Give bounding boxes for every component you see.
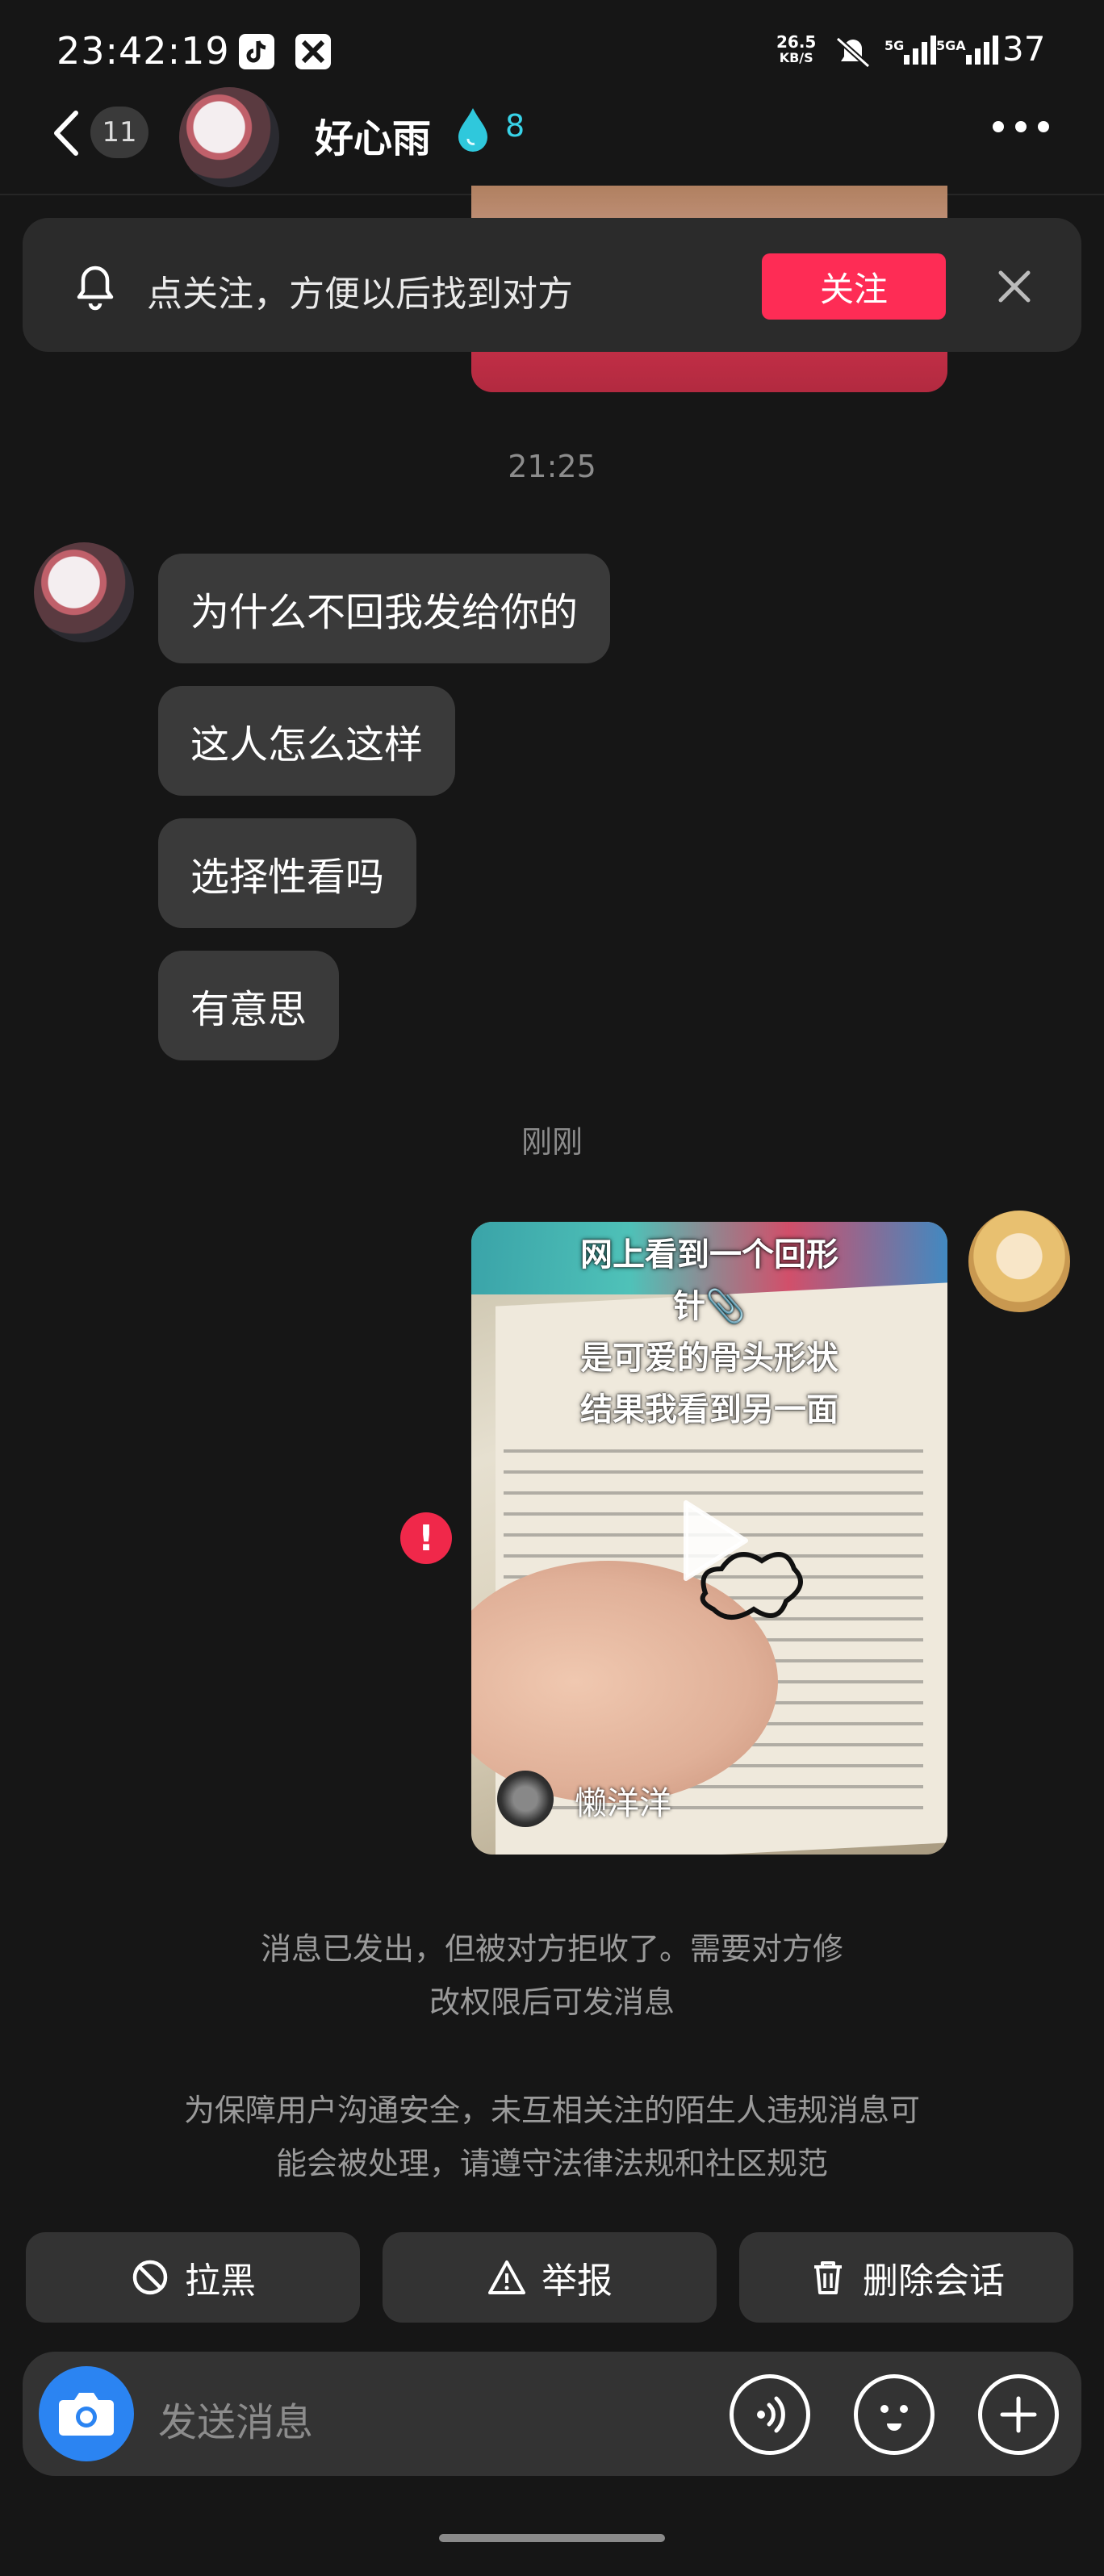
voice-button[interactable]	[730, 2374, 810, 2455]
video-caption-line: 是可爱的骨头形状	[580, 1340, 838, 1377]
timestamp: 刚刚	[521, 1124, 583, 1160]
voice-icon	[757, 2396, 785, 2433]
emoji-icon	[880, 2405, 908, 2431]
video-caption-line: 结果我看到另一面	[580, 1391, 838, 1428]
spark-count: 8	[505, 108, 525, 144]
home-indicator[interactable]	[439, 2534, 665, 2542]
mute-icon	[833, 34, 873, 69]
contact-name[interactable]: 好心雨	[315, 107, 431, 163]
emoji-button[interactable]	[854, 2374, 935, 2455]
back-button[interactable]	[50, 105, 82, 161]
rejected-notice-line: 消息已发出，但被对方拒收了。需要对方修	[260, 1931, 843, 1967]
video-author-avatar	[497, 1771, 554, 1827]
spark-drop-icon	[457, 107, 489, 152]
battery-level: 37	[1002, 29, 1046, 69]
safety-notice-line: 能会被处理，请遵守法律法规和社区规范	[275, 2146, 828, 2181]
unread-count-badge[interactable]: 11	[90, 107, 148, 158]
camera-icon	[59, 2393, 114, 2436]
video-caption-line: 网上看到一个回形	[580, 1236, 838, 1273]
signal-1: 5G	[884, 32, 937, 65]
send-failed-icon[interactable]: !	[400, 1512, 452, 1564]
camera-button[interactable]	[39, 2366, 134, 2461]
tiktok-notification-icon	[239, 34, 274, 69]
shared-video-card[interactable]: 网上看到一个回形 针📎 是可爱的骨头形状 结果我看到另一面 懒洋洋	[471, 1222, 947, 1855]
status-time: 23:42:19	[56, 29, 230, 73]
incoming-message[interactable]: 这人怎么这样	[158, 686, 456, 796]
incoming-message[interactable]: 有意思	[158, 951, 340, 1060]
close-icon[interactable]	[994, 266, 1035, 307]
follow-banner-text: 点关注，方便以后找到对方	[147, 274, 573, 315]
rejected-notice-line: 改权限后可发消息	[429, 1984, 675, 2020]
block-icon	[132, 2260, 168, 2295]
delete-label: 删除会话	[863, 2260, 1005, 2302]
follow-button[interactable]: 关注	[762, 253, 946, 320]
report-label: 举报	[542, 2260, 613, 2302]
bell-icon	[71, 260, 119, 313]
signal-2: 5GA	[936, 32, 998, 65]
video-caption-line: 针📎	[673, 1288, 746, 1325]
delete-conversation-button[interactable]: 删除会话	[739, 2232, 1073, 2323]
my-avatar[interactable]	[968, 1211, 1070, 1312]
contact-avatar[interactable]	[179, 87, 279, 187]
incoming-message[interactable]: 为什么不回我发给你的	[158, 554, 611, 663]
report-button[interactable]: 举报	[383, 2232, 717, 2323]
message-input[interactable]: 发送消息	[158, 2390, 313, 2447]
block-label: 拉黑	[185, 2260, 256, 2302]
timestamp: 21:25	[508, 449, 596, 484]
safety-notice-line: 为保障用户沟通安全，未互相关注的陌生人违规消息可	[183, 2093, 920, 2128]
block-button[interactable]: 拉黑	[26, 2232, 360, 2323]
warning-icon	[488, 2260, 525, 2294]
capcut-notification-icon	[295, 34, 331, 69]
incoming-message[interactable]: 选择性看吗	[158, 818, 417, 928]
plus-icon	[1000, 2396, 1037, 2433]
video-author-name: 懒洋洋	[575, 1785, 671, 1822]
sender-avatar[interactable]	[34, 542, 134, 642]
more-options-button[interactable]	[993, 121, 1049, 132]
add-more-button[interactable]	[978, 2374, 1059, 2455]
net-speed: 26.5 KB/S	[776, 32, 817, 65]
trash-icon	[814, 2261, 842, 2294]
play-icon[interactable]	[678, 1496, 751, 1585]
